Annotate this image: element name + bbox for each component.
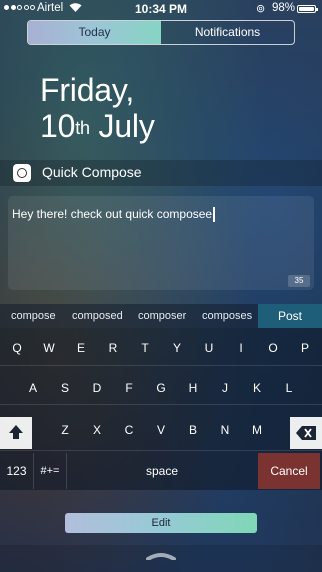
key-c[interactable]: C bbox=[115, 414, 143, 446]
key-d[interactable]: D bbox=[83, 372, 111, 404]
key-i[interactable]: I bbox=[227, 332, 255, 364]
keyboard-row-divider bbox=[0, 404, 322, 405]
date-weekday: Friday, bbox=[40, 72, 135, 108]
key-r[interactable]: R bbox=[99, 332, 127, 364]
cancel-button[interactable]: Cancel bbox=[258, 453, 320, 489]
compose-text[interactable]: Hey there! check out quick composee bbox=[12, 207, 215, 223]
key-t[interactable]: T bbox=[131, 332, 159, 364]
key-n[interactable]: N bbox=[211, 414, 239, 446]
key-e[interactable]: E bbox=[67, 332, 95, 364]
key-k[interactable]: K bbox=[243, 372, 271, 404]
key-u[interactable]: U bbox=[195, 332, 223, 364]
date-heading: Friday, 10th July bbox=[40, 72, 155, 144]
key-y[interactable]: Y bbox=[163, 332, 191, 364]
key-f[interactable]: F bbox=[115, 372, 143, 404]
backspace-icon bbox=[296, 426, 316, 440]
chevron-up-icon bbox=[146, 553, 176, 560]
post-button[interactable]: Post bbox=[258, 304, 322, 328]
compose-text-value: Hey there! check out quick composee bbox=[12, 207, 213, 221]
widget-title: Quick Compose bbox=[42, 164, 142, 180]
character-count: 35 bbox=[288, 275, 310, 287]
edit-button[interactable]: Edit bbox=[65, 513, 257, 533]
key-g[interactable]: G bbox=[147, 372, 175, 404]
tab-notifications[interactable]: Notifications bbox=[161, 21, 294, 44]
keyboard-row-divider bbox=[0, 365, 322, 366]
key-w[interactable]: W bbox=[35, 332, 63, 364]
suggestion-composes[interactable]: composes bbox=[202, 304, 252, 328]
symbols-key[interactable]: #+= bbox=[34, 453, 67, 489]
text-cursor bbox=[213, 207, 215, 223]
battery-percentage: 98% bbox=[272, 2, 296, 14]
date-suffix: th bbox=[75, 118, 90, 138]
date-day-month: 10th July bbox=[40, 108, 155, 144]
key-q[interactable]: Q bbox=[3, 332, 31, 364]
key-b[interactable]: B bbox=[179, 414, 207, 446]
key-h[interactable]: H bbox=[179, 372, 207, 404]
key-j[interactable]: J bbox=[211, 372, 239, 404]
status-bar: Airtel 10:34 PM ⊚ 98% bbox=[0, 0, 322, 18]
key-s[interactable]: S bbox=[51, 372, 79, 404]
numbers-key[interactable]: 123 bbox=[0, 453, 34, 489]
orientation-lock-icon: ⊚ bbox=[256, 3, 266, 15]
key-z[interactable]: Z bbox=[51, 414, 79, 446]
quick-compose-app-icon bbox=[13, 164, 31, 182]
date-month: July bbox=[98, 108, 155, 144]
key-x[interactable]: X bbox=[83, 414, 111, 446]
suggestion-composed[interactable]: composed bbox=[72, 304, 123, 328]
key-m[interactable]: M bbox=[243, 414, 271, 446]
battery-icon bbox=[297, 5, 318, 13]
key-l[interactable]: L bbox=[275, 372, 303, 404]
suggestion-compose[interactable]: compose bbox=[11, 304, 56, 328]
key-a[interactable]: A bbox=[19, 372, 47, 404]
space-key[interactable]: space bbox=[67, 453, 257, 489]
date-day: 10 bbox=[40, 108, 76, 144]
keyboard-row-divider bbox=[0, 450, 322, 451]
key-v[interactable]: V bbox=[147, 414, 175, 446]
shift-key[interactable] bbox=[0, 417, 32, 449]
backspace-key[interactable] bbox=[290, 417, 322, 449]
view-switcher: Today Notifications bbox=[27, 20, 295, 45]
suggestion-composer[interactable]: composer bbox=[138, 304, 186, 328]
tab-today[interactable]: Today bbox=[28, 21, 161, 44]
key-p[interactable]: P bbox=[291, 332, 319, 364]
key-o[interactable]: O bbox=[259, 332, 287, 364]
